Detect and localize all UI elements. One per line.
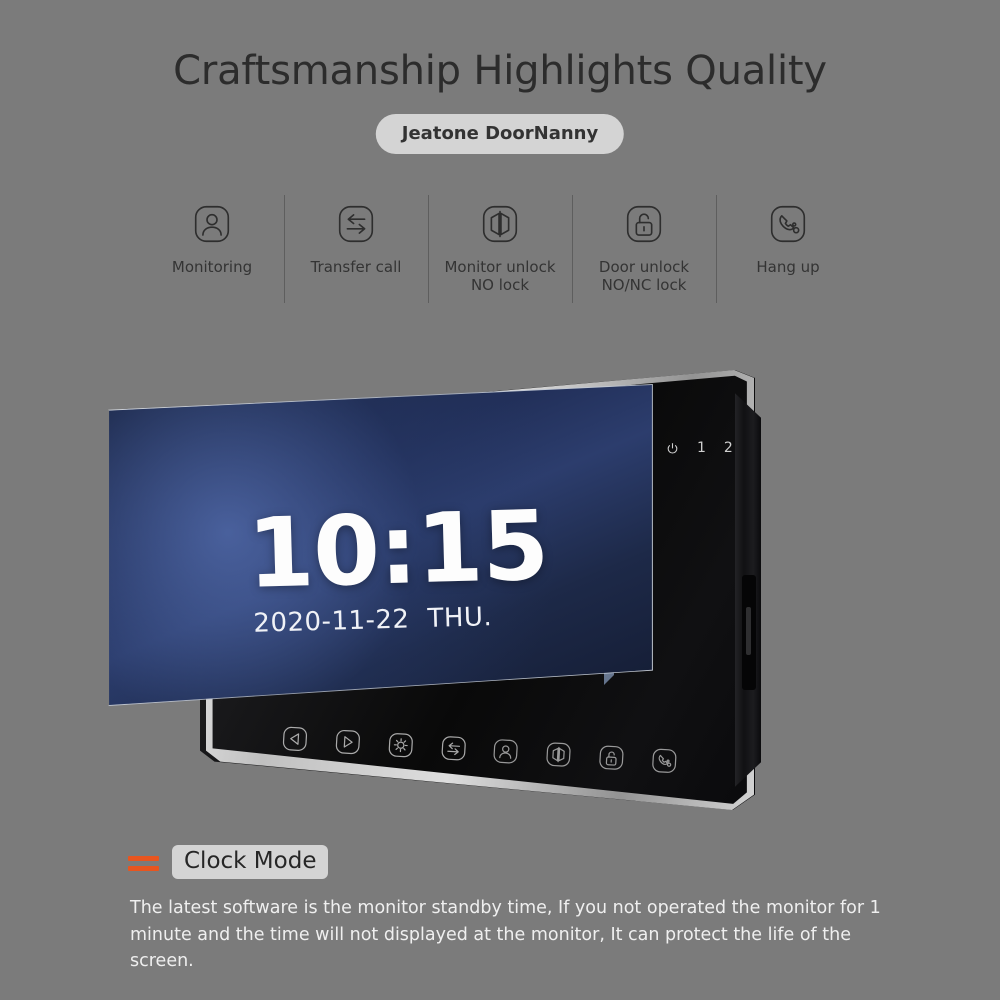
feature-label: Door unlock NO/NC lock bbox=[598, 258, 690, 295]
person-monitor-icon[interactable] bbox=[490, 736, 522, 768]
clock-date-row: 2020-11-22 THU. bbox=[253, 601, 530, 639]
transfer-arrows-icon[interactable] bbox=[437, 732, 469, 764]
feature-label: Monitor unlock NO lock bbox=[444, 258, 556, 295]
next-arrow-icon[interactable] bbox=[332, 726, 364, 758]
page-title: Craftsmanship Highlights Quality bbox=[173, 48, 827, 94]
phone-handset-icon bbox=[765, 201, 811, 247]
device-product-shot: 1 2 10:15 2020-11-22 THU. bbox=[0, 345, 1000, 835]
feature-item-door-unlock[interactable]: Door unlock NO/NC lock bbox=[572, 195, 716, 303]
feature-item-hang-up[interactable]: Hang up bbox=[716, 195, 860, 304]
phone-handset-icon[interactable] bbox=[648, 745, 680, 777]
feature-label: Monitoring bbox=[171, 258, 253, 276]
screen-panel: 10:15 2020-11-22 THU. bbox=[109, 385, 652, 705]
power-icon bbox=[666, 442, 679, 455]
feature-label: Transfer call bbox=[310, 258, 402, 276]
feature-label: Hang up bbox=[756, 258, 820, 276]
clock-display: 10:15 2020-11-22 THU. bbox=[245, 489, 550, 639]
padlock-open-icon[interactable] bbox=[596, 742, 628, 774]
gear-icon[interactable] bbox=[385, 729, 417, 761]
orange-marker-icon bbox=[128, 855, 159, 871]
padlock-open-icon bbox=[621, 201, 667, 247]
device-side-slot bbox=[746, 607, 751, 655]
transfer-arrows-icon bbox=[333, 201, 379, 247]
prev-arrow-icon[interactable] bbox=[279, 723, 311, 755]
device-indicators: 1 2 bbox=[666, 440, 733, 456]
clock-time: 10:15 bbox=[245, 489, 550, 610]
double-door-icon bbox=[477, 201, 523, 247]
double-door-icon[interactable] bbox=[543, 739, 575, 771]
channel-1-label: 1 bbox=[697, 440, 706, 456]
clock-date: 2020-11-22 bbox=[253, 604, 410, 640]
section-description: The latest software is the monitor stand… bbox=[130, 898, 881, 972]
feature-item-monitoring[interactable]: Monitoring bbox=[140, 195, 284, 276]
clock-mode-section: Clock Mode The latest software is the mo… bbox=[0, 845, 1000, 975]
feature-item-monitor-unlock[interactable]: Monitor unlock NO lock bbox=[428, 195, 572, 303]
section-title: Clock Mode bbox=[172, 845, 329, 879]
feature-item-transfer-call[interactable]: Transfer call bbox=[284, 195, 428, 304]
channel-2-label: 2 bbox=[723, 440, 733, 456]
clock-day-of-week: THU. bbox=[427, 602, 493, 635]
person-monitor-icon bbox=[189, 201, 235, 247]
feature-strip: Monitoring Transfer call Monitor unlock … bbox=[140, 195, 860, 305]
brand-badge: Jeatone DoorNanny bbox=[375, 114, 625, 154]
section-header: Clock Mode bbox=[0, 845, 1000, 879]
